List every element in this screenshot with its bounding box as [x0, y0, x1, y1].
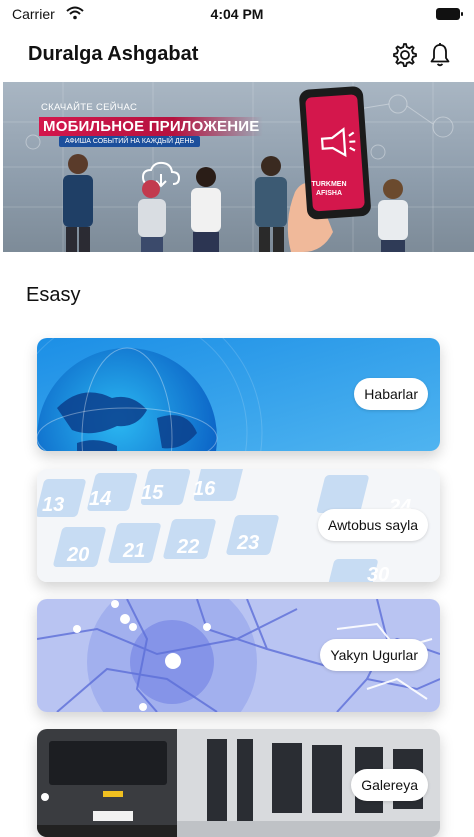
banner-brand: TURKMEN AFISHA	[311, 181, 347, 197]
clock-time: 4:04 PM	[210, 6, 264, 22]
nearby-routes-label: Yakyn Ugurlar	[320, 639, 428, 671]
calendar-number: 20	[66, 544, 89, 566]
banner-subtitle: СКАЧАЙТЕ СЕЙЧАС	[41, 102, 138, 113]
section-title: Esasy	[26, 284, 81, 306]
promo-banner[interactable]: СКАЧАЙТЕ СЕЙЧАС МОБИЛЬНОЕ ПРИЛОЖЕНИЕ АФИ…	[3, 82, 474, 252]
bus-select-card[interactable]: 13 14 15 16 20 21 22 23 24 30 Awtobus sa…	[37, 469, 440, 582]
bell-icon[interactable]	[428, 42, 452, 68]
gallery-label: Galereya	[351, 769, 428, 801]
bus-select-label: Awtobus sayla	[317, 509, 428, 541]
gallery-card[interactable]: Galereya	[37, 729, 440, 837]
banner-tagline: АФИША СОБЫТИЙ НА КАЖДЫЙ ДЕНЬ	[59, 136, 201, 147]
calendar-number: 14	[89, 488, 111, 510]
news-label: Habarlar	[354, 378, 428, 410]
calendar-number: 22	[176, 536, 199, 558]
gear-icon[interactable]	[392, 42, 418, 68]
calendar-number: 15	[141, 482, 164, 504]
calendar-number: 16	[193, 478, 216, 500]
nearby-routes-card[interactable]: Yakyn Ugurlar	[37, 599, 440, 712]
calendar-number: 13	[42, 494, 64, 516]
calendar-number: 30	[367, 564, 389, 582]
app-header: Duralga Ashgabat	[0, 34, 474, 78]
calendar-number: 23	[236, 532, 259, 554]
status-bar: Carrier 4:04 PM	[0, 0, 474, 28]
battery-icon	[436, 8, 463, 20]
news-card[interactable]: Habarlar	[37, 338, 440, 451]
banner-title: МОБИЛЬНОЕ ПРИЛОЖЕНИЕ	[39, 117, 264, 136]
page-title: Duralga Ashgabat	[28, 43, 199, 65]
calendar-number: 21	[122, 540, 145, 562]
